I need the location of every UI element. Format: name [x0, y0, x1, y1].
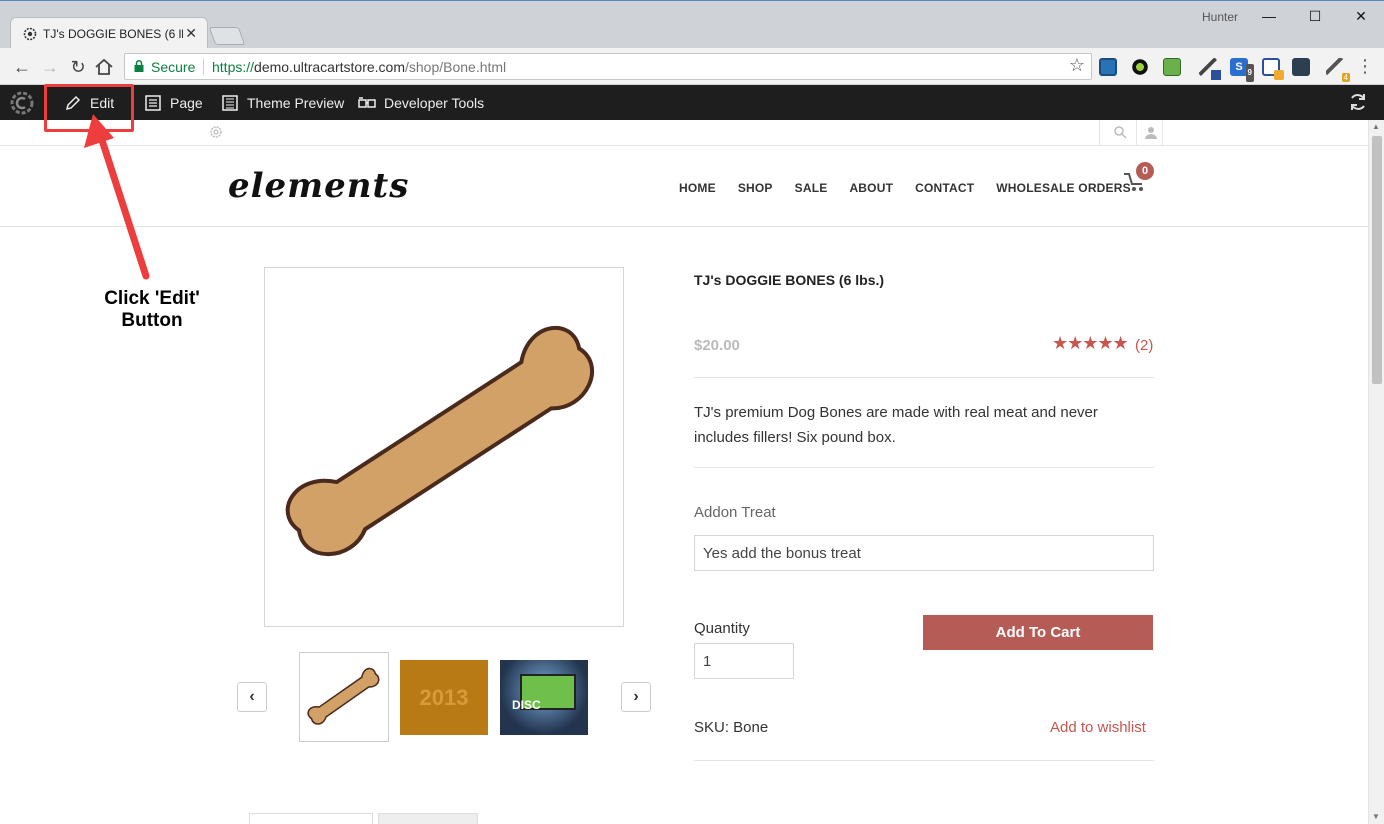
nav-contact[interactable]: CONTACT — [915, 181, 974, 195]
dog-bone-image — [285, 325, 594, 557]
browser-toolbar: ← → ↻ Secure https://demo.ultracartstore… — [0, 48, 1384, 85]
divider — [694, 377, 1154, 378]
address-bar[interactable]: Secure https://demo.ultracartstore.com/s… — [124, 53, 1092, 80]
browser-menu-icon[interactable]: ⋮ — [1356, 56, 1374, 77]
url-scheme: https:// — [212, 59, 255, 75]
divider — [694, 467, 1154, 468]
admin-developer-tools-label: Developer Tools — [384, 94, 485, 111]
scrollbar-thumb[interactable] — [1372, 136, 1382, 384]
admin-bar: Edit Page Theme Preview Developer Tools — [0, 85, 1384, 120]
extension-green-icon[interactable] — [1163, 58, 1181, 76]
thumbnail-2013[interactable]: 2013 — [400, 660, 488, 735]
quantity-input[interactable]: 1 — [694, 643, 794, 679]
maximize-icon[interactable]: ☐ — [1300, 6, 1330, 26]
divider — [694, 760, 1154, 761]
browser-tab-strip: TJ's DOGGIE BONES (6 lbs.) ✕ Hunter — ☐ … — [0, 0, 1384, 49]
cart-count-badge: 0 — [1136, 162, 1154, 180]
add-to-cart-button[interactable]: Add To Cart — [923, 615, 1153, 650]
addon-label: Addon Treat — [694, 504, 776, 521]
url-host: demo.ultracartstore.com — [254, 59, 405, 75]
util-divider — [1136, 120, 1137, 146]
site-favicon-icon — [23, 27, 37, 41]
nav-shop[interactable]: SHOP — [738, 181, 773, 195]
laptop-thumb-text: DISC — [512, 698, 541, 712]
extension-pen-icon[interactable] — [1199, 58, 1221, 80]
quantity-label: Quantity — [694, 620, 750, 637]
search-icon[interactable] — [1113, 125, 1127, 139]
scroll-up-icon[interactable]: ▲ — [1372, 122, 1380, 131]
profile-name[interactable]: Hunter — [1202, 10, 1238, 24]
bone-thumbnail-image — [307, 667, 380, 725]
window-close-icon[interactable]: ✕ — [1346, 6, 1376, 26]
developer-tools-icon — [358, 96, 376, 108]
utility-bar — [0, 120, 1368, 146]
product-tab[interactable] — [249, 813, 373, 824]
lock-icon — [134, 60, 144, 72]
page-icon — [145, 94, 161, 111]
add-to-wishlist-link[interactable]: Add to wishlist — [1050, 719, 1146, 736]
url-path: /shop/Bone.html — [404, 59, 507, 75]
extension-circle-icon[interactable] — [1131, 58, 1149, 76]
extension-s-icon[interactable] — [1099, 58, 1117, 76]
annotation-arrow-icon — [84, 114, 150, 280]
url-separator — [203, 59, 204, 75]
reload-icon[interactable]: ↻ — [66, 55, 90, 79]
new-tab-button[interactable] — [208, 27, 246, 45]
forward-icon[interactable]: → — [38, 55, 62, 79]
tab-close-icon[interactable]: ✕ — [185, 25, 197, 42]
product-description: TJ's premium Dog Bones are made with rea… — [694, 404, 1098, 446]
browser-tab[interactable]: TJ's DOGGIE BONES (6 lbs.) ✕ — [10, 17, 208, 49]
thumbnail-laptop[interactable]: DISC — [500, 660, 588, 735]
thumbnail-bone[interactable] — [299, 652, 389, 742]
bookmark-star-icon[interactable]: ☆ — [1069, 55, 1085, 76]
util-divider — [1099, 120, 1100, 146]
refresh-icon[interactable] — [1348, 92, 1368, 112]
gallery-next-button[interactable]: › — [621, 682, 651, 712]
product-tab[interactable] — [378, 813, 478, 824]
gallery-prev-button[interactable]: ‹ — [237, 682, 267, 712]
nav-about[interactable]: ABOUT — [849, 181, 893, 195]
addon-treat-select[interactable]: Yes add the bonus treat — [694, 535, 1154, 571]
product-price: $20.00 — [694, 337, 740, 354]
user-account-icon[interactable] — [1144, 125, 1158, 139]
rating-stars[interactable]: ★★★★★ — [1052, 333, 1129, 354]
tab-title: TJ's DOGGIE BONES (6 lbs.) — [43, 27, 183, 41]
admin-page-label: Page — [170, 94, 203, 111]
site-logo[interactable]: elements — [228, 166, 409, 206]
admin-developer-tools-button[interactable]: Developer Tools — [358, 85, 484, 120]
extension-dark-icon[interactable] — [1292, 58, 1310, 76]
minimize-icon[interactable]: — — [1254, 6, 1284, 26]
page-scrollbar[interactable]: ▲ ▼ — [1368, 120, 1384, 824]
annotation-callout: Click 'Edit' Button — [104, 288, 200, 331]
settings-gear-icon[interactable] — [209, 125, 223, 139]
main-nav: HOME SHOP SALE ABOUT CONTACT WHOLESALE O… — [679, 181, 1153, 195]
nav-wholesale-orders[interactable]: WHOLESALE ORDERS — [996, 181, 1131, 195]
site-header: elements HOME SHOP SALE ABOUT CONTACT WH… — [0, 146, 1368, 227]
extension-pen-badge — [1211, 70, 1221, 80]
review-count[interactable]: (2) — [1135, 337, 1153, 354]
admin-theme-preview-label: Theme Preview — [247, 94, 345, 111]
url-text[interactable]: https://demo.ultracartstore.com/shop/Bon… — [212, 59, 506, 75]
theme-preview-icon — [222, 94, 238, 111]
nav-sale[interactable]: SALE — [795, 181, 828, 195]
admin-logo-icon[interactable] — [8, 90, 36, 116]
nav-home[interactable]: HOME — [679, 181, 716, 195]
product-main-image[interactable] — [264, 267, 624, 627]
product-title: TJ's DOGGIE BONES (6 lbs.) — [694, 272, 885, 288]
secure-label: Secure — [151, 59, 196, 75]
extension-shield-icon[interactable] — [1262, 58, 1284, 80]
extension-shield-badge — [1274, 70, 1284, 80]
admin-theme-preview-button[interactable]: Theme Preview — [221, 85, 344, 120]
extension-badge: 9 — [1245, 64, 1254, 82]
product-sku: SKU: Bone — [694, 719, 769, 736]
home-icon[interactable] — [94, 58, 114, 76]
util-divider — [1162, 120, 1163, 146]
back-icon[interactable]: ← — [10, 55, 34, 79]
extension-skype-icon[interactable]: S 9 — [1230, 58, 1254, 82]
extension-wand-icon[interactable]: 4 — [1326, 58, 1350, 82]
scroll-down-icon[interactable]: ▼ — [1372, 812, 1380, 821]
extension-badge: 4 — [1341, 73, 1350, 82]
